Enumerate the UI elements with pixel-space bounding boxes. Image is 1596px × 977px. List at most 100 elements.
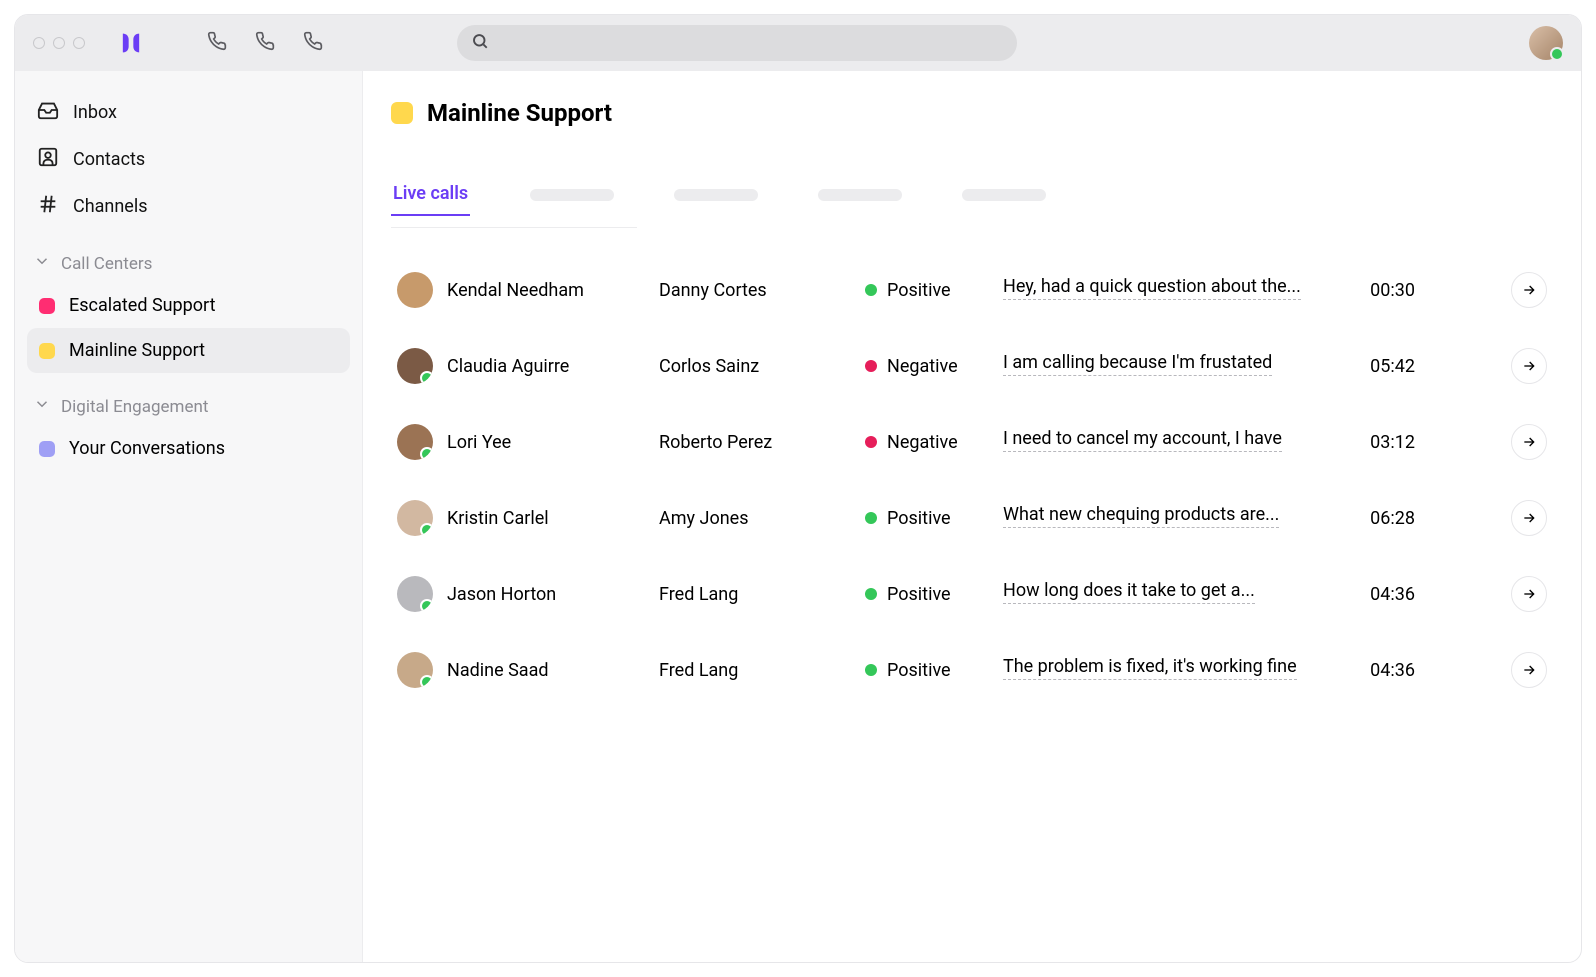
call-row[interactable]: Kristin Carlel Amy Jones Positive What n… [391, 480, 1553, 556]
call-duration: 03:12 [1325, 432, 1425, 453]
minimize-dot[interactable] [53, 37, 65, 49]
tabs: Live calls [391, 173, 1553, 217]
sidebar-item-label: Escalated Support [69, 295, 215, 316]
page-title-text: Mainline Support [427, 99, 612, 127]
agent-name: Kendal Needham [447, 280, 584, 301]
tab-placeholder[interactable] [962, 189, 1046, 201]
search-icon [471, 32, 489, 54]
customer-name: Amy Jones [659, 508, 865, 529]
title-swatch [391, 102, 413, 124]
phone-icon[interactable] [207, 31, 227, 55]
open-call-button[interactable] [1511, 500, 1547, 536]
phone-icon[interactable] [255, 31, 275, 55]
phone-icon[interactable] [303, 31, 323, 55]
call-row[interactable]: Lori Yee Roberto Perez Negative I need t… [391, 404, 1553, 480]
agent-name: Kristin Carlel [447, 508, 549, 529]
chevron-down-icon [33, 395, 51, 418]
topbar [15, 15, 1581, 71]
section-call-centers[interactable]: Call Centers [27, 230, 350, 283]
agent-avatar [397, 576, 433, 612]
sidebar-item-label: Your Conversations [69, 438, 225, 459]
profile-avatar[interactable] [1529, 26, 1563, 60]
call-row[interactable]: Claudia Aguirre Corlos Sainz Negative I … [391, 328, 1553, 404]
sidebar-item-channels[interactable]: Channels [27, 183, 350, 230]
sidebar-item-contacts[interactable]: Contacts [27, 136, 350, 183]
customer-name: Fred Lang [659, 660, 865, 681]
call-row[interactable]: Nadine Saad Fred Lang Positive The probl… [391, 632, 1553, 708]
agent-avatar [397, 652, 433, 688]
section-digital-engagement[interactable]: Digital Engagement [27, 373, 350, 426]
customer-name: Fred Lang [659, 584, 865, 605]
main-content: Mainline Support Live calls Kendal Needh… [363, 71, 1581, 962]
sentiment-label: Positive [887, 280, 951, 301]
sentiment-dot [865, 588, 877, 600]
sentiment-label: Positive [887, 508, 951, 529]
open-call-button[interactable] [1511, 576, 1547, 612]
open-call-button[interactable] [1511, 424, 1547, 460]
app-window: Inbox Contacts Channels Call Centers Esc… [14, 14, 1582, 963]
call-duration: 04:36 [1325, 660, 1425, 681]
open-call-button[interactable] [1511, 272, 1547, 308]
agent-avatar [397, 500, 433, 536]
call-row[interactable]: Jason Horton Fred Lang Positive How long… [391, 556, 1553, 632]
color-swatch [39, 441, 55, 457]
call-snippet: Hey, had a quick question about the... [1003, 276, 1325, 305]
search-input[interactable] [499, 35, 1003, 52]
call-duration: 00:30 [1325, 280, 1425, 301]
sentiment-label: Negative [887, 432, 958, 453]
color-swatch [39, 298, 55, 314]
call-snippet: I need to cancel my account, I have [1003, 428, 1325, 457]
section-label: Call Centers [61, 254, 152, 274]
searchbar[interactable] [457, 25, 1017, 61]
tab-live-calls[interactable]: Live calls [391, 173, 470, 216]
agent-name: Jason Horton [447, 584, 556, 605]
sidebar-item-inbox[interactable]: Inbox [27, 89, 350, 136]
call-duration: 05:42 [1325, 356, 1425, 377]
agent-avatar [397, 272, 433, 308]
sentiment-label: Positive [887, 660, 951, 681]
inbox-icon [37, 99, 59, 126]
tab-placeholder[interactable] [674, 189, 758, 201]
sentiment-dot [865, 436, 877, 448]
color-swatch [39, 343, 55, 359]
tabs-underline [391, 227, 637, 228]
call-duration: 06:28 [1325, 508, 1425, 529]
call-snippet: What new chequing products are... [1003, 504, 1325, 533]
close-dot[interactable] [33, 37, 45, 49]
sidebar-item-label: Channels [73, 196, 148, 217]
sidebar-item-label: Contacts [73, 149, 145, 170]
open-call-button[interactable] [1511, 348, 1547, 384]
maximize-dot[interactable] [73, 37, 85, 49]
sidebar-item-label: Inbox [73, 102, 117, 123]
sidebar-item-your-conversations[interactable]: Your Conversations [27, 426, 350, 471]
sentiment-label: Negative [887, 356, 958, 377]
tab-placeholder[interactable] [530, 189, 614, 201]
open-call-button[interactable] [1511, 652, 1547, 688]
contacts-icon [37, 146, 59, 173]
chevron-down-icon [33, 252, 51, 275]
customer-name: Danny Cortes [659, 280, 865, 301]
customer-name: Corlos Sainz [659, 356, 865, 377]
hash-icon [37, 193, 59, 220]
sentiment-dot [865, 360, 877, 372]
agent-name: Nadine Saad [447, 660, 549, 681]
sentiment-dot [865, 284, 877, 296]
sentiment-dot [865, 512, 877, 524]
agent-avatar [397, 424, 433, 460]
agent-avatar [397, 348, 433, 384]
sentiment-label: Positive [887, 584, 951, 605]
sentiment-dot [865, 664, 877, 676]
call-row[interactable]: Kendal Needham Danny Cortes Positive Hey… [391, 252, 1553, 328]
sidebar-item-escalated-support[interactable]: Escalated Support [27, 283, 350, 328]
call-snippet: I am calling because I'm frustated [1003, 352, 1325, 381]
sidebar-item-label: Mainline Support [69, 340, 205, 361]
call-snippet: The problem is fixed, it's working fine [1003, 656, 1325, 685]
app-logo[interactable] [117, 29, 145, 57]
window-controls [33, 37, 85, 49]
sidebar-item-mainline-support[interactable]: Mainline Support [27, 328, 350, 373]
customer-name: Roberto Perez [659, 432, 865, 453]
phone-icon-group [207, 31, 323, 55]
sidebar: Inbox Contacts Channels Call Centers Esc… [15, 71, 363, 962]
agent-name: Claudia Aguirre [447, 356, 569, 377]
tab-placeholder[interactable] [818, 189, 902, 201]
